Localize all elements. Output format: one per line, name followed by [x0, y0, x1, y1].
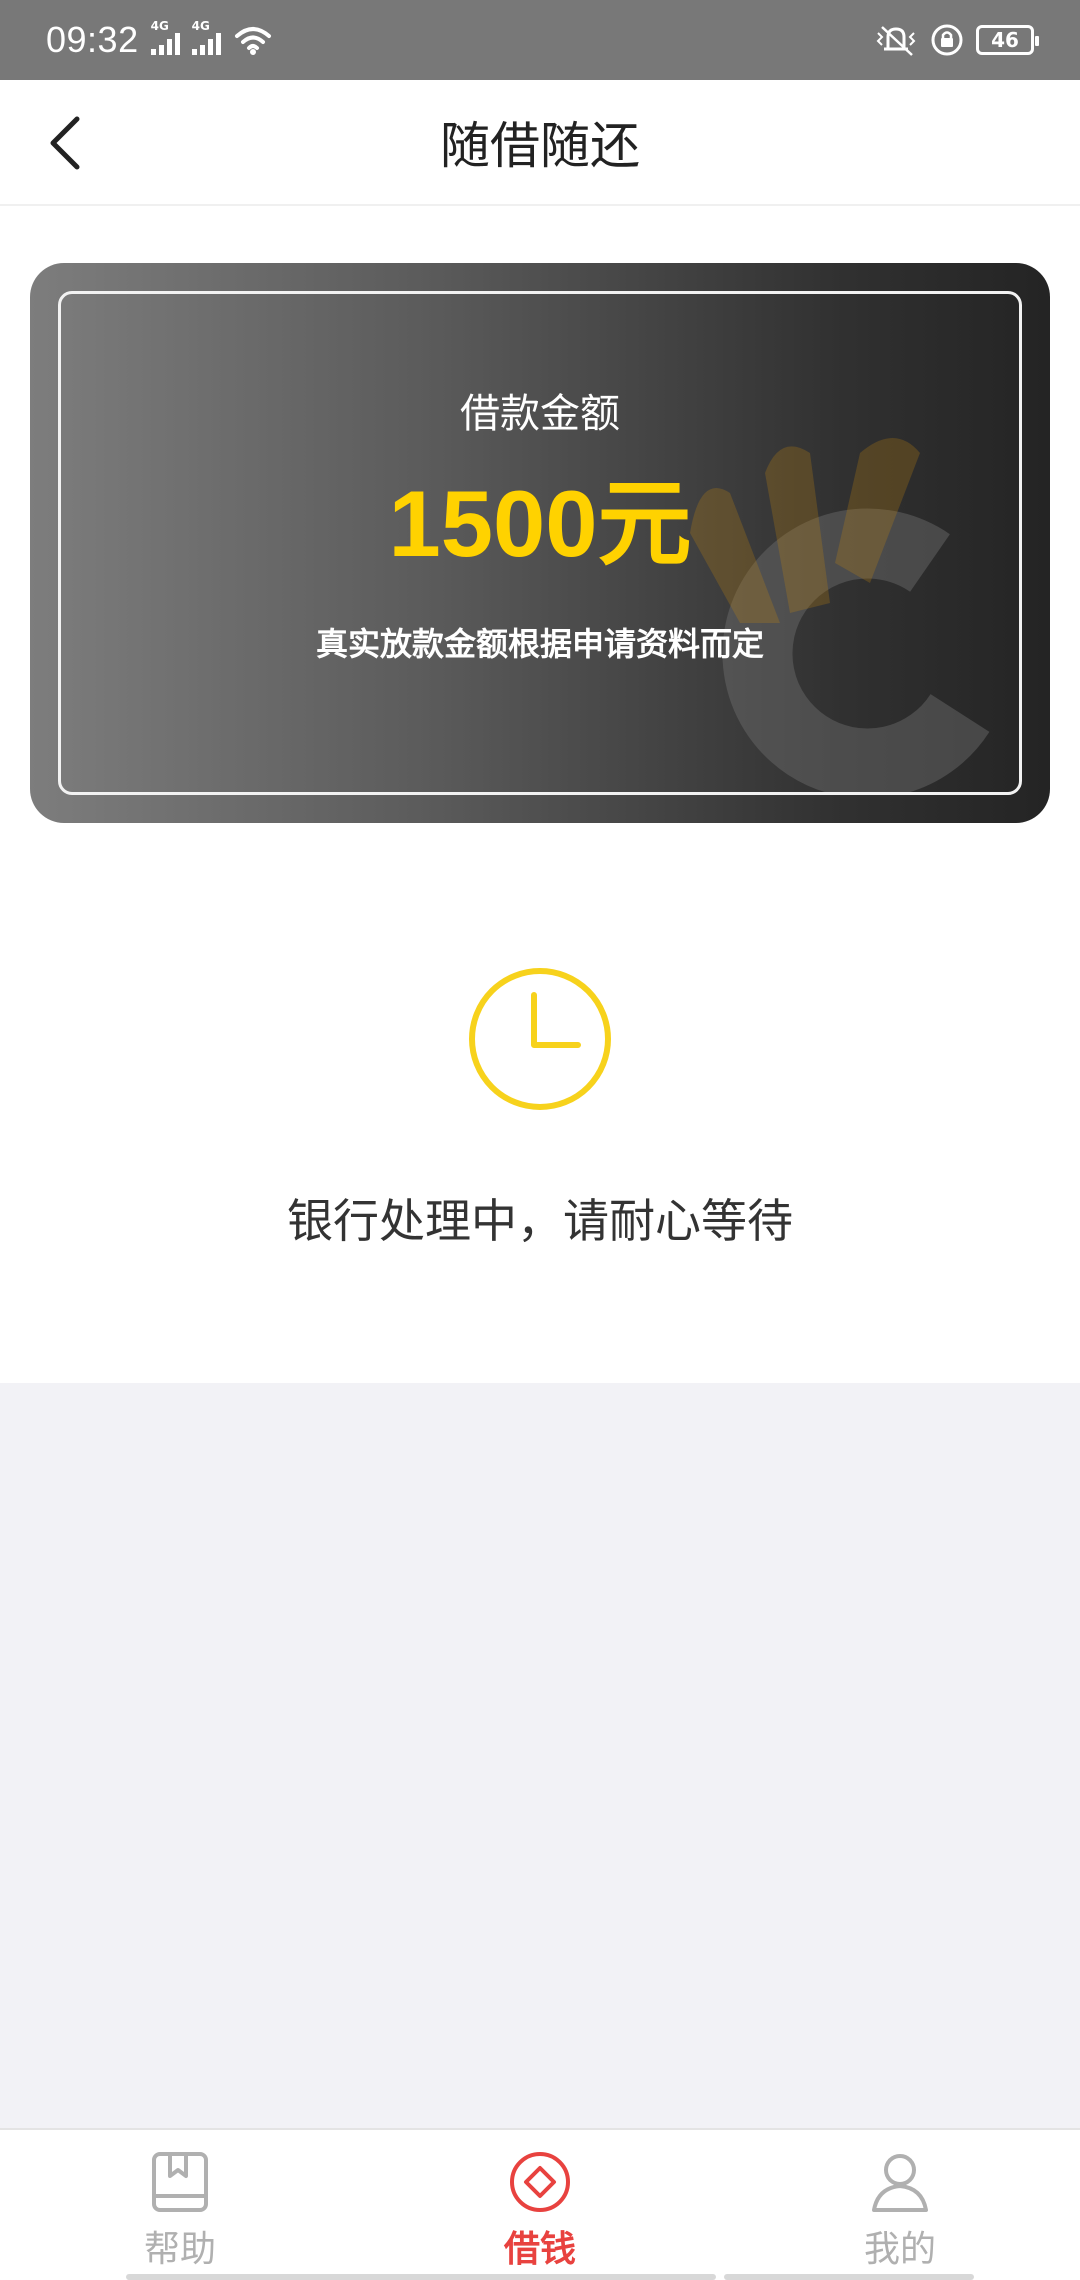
signal-label: 4G	[150, 19, 169, 33]
nav-indicator	[364, 2274, 716, 2280]
card-content: 借款金额 1500元 真实放款金额根据申请资料而定	[30, 263, 1050, 823]
nav-label-mine: 我的	[863, 2229, 936, 2270]
chevron-left-icon	[50, 116, 80, 170]
signal-label: 4G	[191, 19, 210, 33]
person-icon	[872, 2154, 928, 2212]
rotation-lock-icon	[931, 24, 963, 56]
battery-icon: 46	[976, 25, 1039, 55]
amount-value: 1500元	[388, 471, 692, 576]
amount-note: 真实放款金额根据申请资料而定	[315, 625, 764, 663]
vibrate-icon	[876, 26, 916, 56]
diamond-icon	[510, 2152, 570, 2212]
header: 随借随还	[0, 80, 1080, 206]
nav-item-borrow[interactable]: 借钱	[360, 2130, 720, 2280]
back-button[interactable]	[30, 108, 100, 178]
loan-amount-card: 借款金额 1500元 真实放款金额根据申请资料而定	[30, 263, 1050, 823]
battery-level: 46	[991, 28, 1019, 52]
page-title: 随借随还	[440, 118, 640, 174]
nav-indicator	[724, 2274, 974, 2280]
content-background	[0, 1383, 1080, 2130]
nav-item-mine[interactable]: 我的	[720, 2130, 1080, 2280]
status-message: 银行处理中，请耐心等待	[287, 1194, 793, 1248]
bottom-nav: 帮助 借钱 我的	[0, 2128, 1080, 2280]
cellular-signal-icon: 4G	[191, 19, 221, 55]
status-left: 09:32 4G 4G	[46, 19, 273, 61]
nav-indicator	[126, 2274, 376, 2280]
amount-label: 借款金额	[460, 391, 620, 437]
nav-label-help: 帮助	[143, 2229, 216, 2270]
cellular-signal-icon: 4G	[150, 19, 180, 55]
wifi-icon	[234, 27, 271, 55]
processing-status: 银行处理中，请耐心等待	[0, 823, 1080, 1383]
status-bar: 09:32 4G 4G 46	[0, 0, 1080, 80]
nav-label-borrow: 借钱	[503, 2229, 576, 2270]
clock-icon	[469, 968, 611, 1110]
status-time: 09:32	[46, 19, 139, 60]
page: 09:32 4G 4G 46 随借随还 借款金额 1500元 真实放款金额根据申…	[0, 0, 1080, 2280]
status-right: 46	[874, 23, 1039, 57]
book-icon	[152, 2152, 208, 2212]
nav-item-help[interactable]: 帮助	[0, 2130, 376, 2280]
